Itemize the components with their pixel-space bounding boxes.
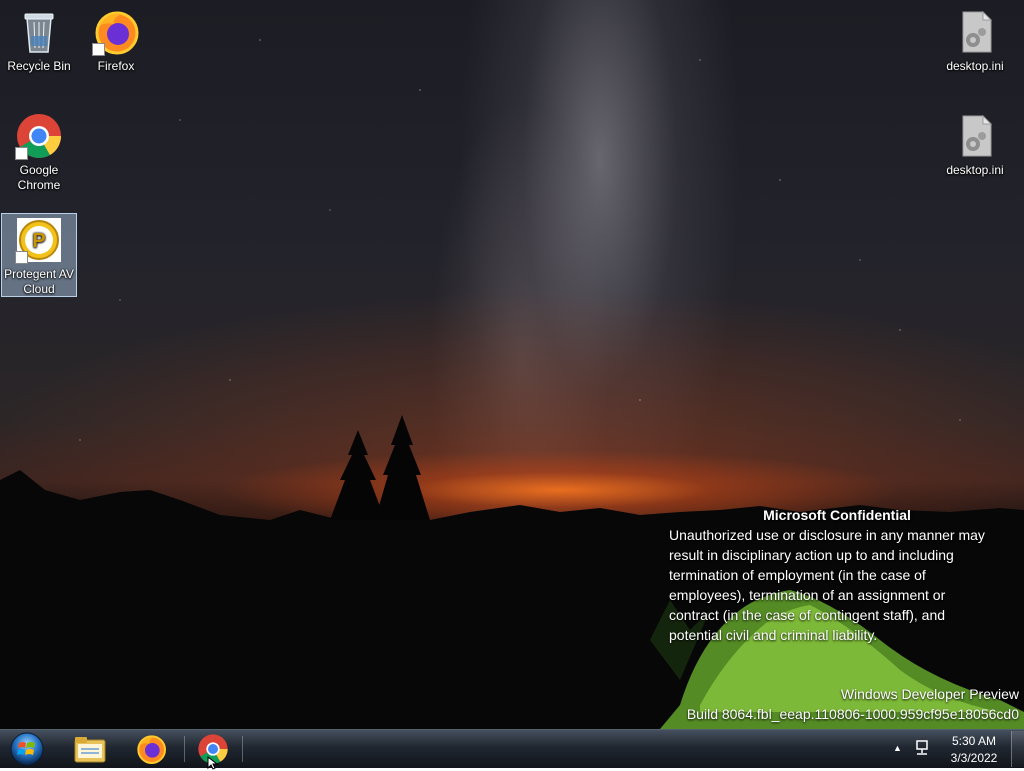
notice-line: contract (in the case of contingent staf…	[669, 607, 946, 623]
desktop-icon-label: Google Chrome	[17, 163, 61, 192]
taskbar-clock[interactable]: 5:30 AM 3/3/2022	[944, 733, 1004, 767]
desktop-icon-firefox[interactable]: Firefox	[78, 6, 154, 74]
chevron-up-icon[interactable]: ▲	[893, 743, 902, 753]
desktop-icon-protegent-av-cloud[interactable]: P Protegent AV Cloud	[1, 213, 77, 297]
watermark-product: Windows Developer Preview	[840, 686, 1019, 702]
notice-line: Unauthorized use or disclosure in any ma…	[669, 527, 985, 543]
desktop-icon-desktop-ini[interactable]: desktop.ini	[937, 6, 1013, 74]
desktop-icon-label: desktop.ini	[946, 163, 1004, 177]
notice-line: potential civil and criminal liability.	[669, 627, 878, 643]
firefox-icon	[92, 8, 140, 56]
shortcut-arrow-icon	[92, 43, 105, 56]
taskbar: ▲ 5:30 AM 3/3/2022	[0, 729, 1024, 768]
shortcut-arrow-icon	[15, 147, 28, 160]
watermark-build: Build 8064.fbl_eeap.110806-1000.959cf95e…	[686, 706, 1019, 722]
taskbar-firefox[interactable]	[123, 731, 179, 767]
shortcut-arrow-icon	[15, 251, 28, 264]
confidential-notice: Microsoft Confidential Unauthorized use …	[669, 505, 1021, 645]
notice-line: employees), termination of an assignment…	[669, 587, 946, 603]
start-button[interactable]	[6, 731, 48, 767]
file-explorer-icon	[74, 737, 106, 763]
taskbar-separator	[242, 736, 243, 762]
system-tray: ▲	[890, 730, 940, 769]
svg-text:P: P	[32, 230, 45, 252]
desktop-icon-label: Recycle Bin	[7, 59, 71, 73]
chrome-icon	[15, 112, 63, 160]
notice-line: result in disciplinary action up to and …	[669, 547, 954, 563]
settings-file-icon	[951, 8, 999, 56]
firefox-icon	[137, 735, 166, 764]
settings-file-icon	[951, 112, 999, 160]
desktop-icon-desktop-ini[interactable]: desktop.ini	[937, 110, 1013, 178]
show-desktop-button[interactable]	[1011, 731, 1024, 767]
desktop-background[interactable]: Recycle Bin Firefox Google Chrome P Prot…	[0, 0, 1024, 729]
notice-title: Microsoft Confidential	[763, 507, 911, 523]
notice-line: termination of employment (in the case o…	[669, 567, 926, 583]
desktop-icon-label: Protegent AV Cloud	[4, 267, 74, 296]
clock-time: 5:30 AM	[951, 734, 997, 748]
taskbar-file-explorer[interactable]	[62, 731, 118, 767]
windows-orb-icon	[10, 732, 44, 766]
desktop-icon-label: Firefox	[97, 59, 135, 73]
desktop-icon-recycle-bin[interactable]: Recycle Bin	[1, 6, 77, 74]
desktop-icon-label: desktop.ini	[946, 59, 1004, 73]
build-watermark: Windows Developer Preview Build 8064.fbl…	[687, 684, 1019, 724]
network-icon[interactable]	[914, 739, 932, 762]
recycle-bin-icon	[15, 8, 63, 56]
protegent-icon: P	[15, 216, 63, 264]
clock-date: 3/3/2022	[950, 751, 998, 765]
desktop-icon-google-chrome[interactable]: Google Chrome	[1, 110, 77, 193]
